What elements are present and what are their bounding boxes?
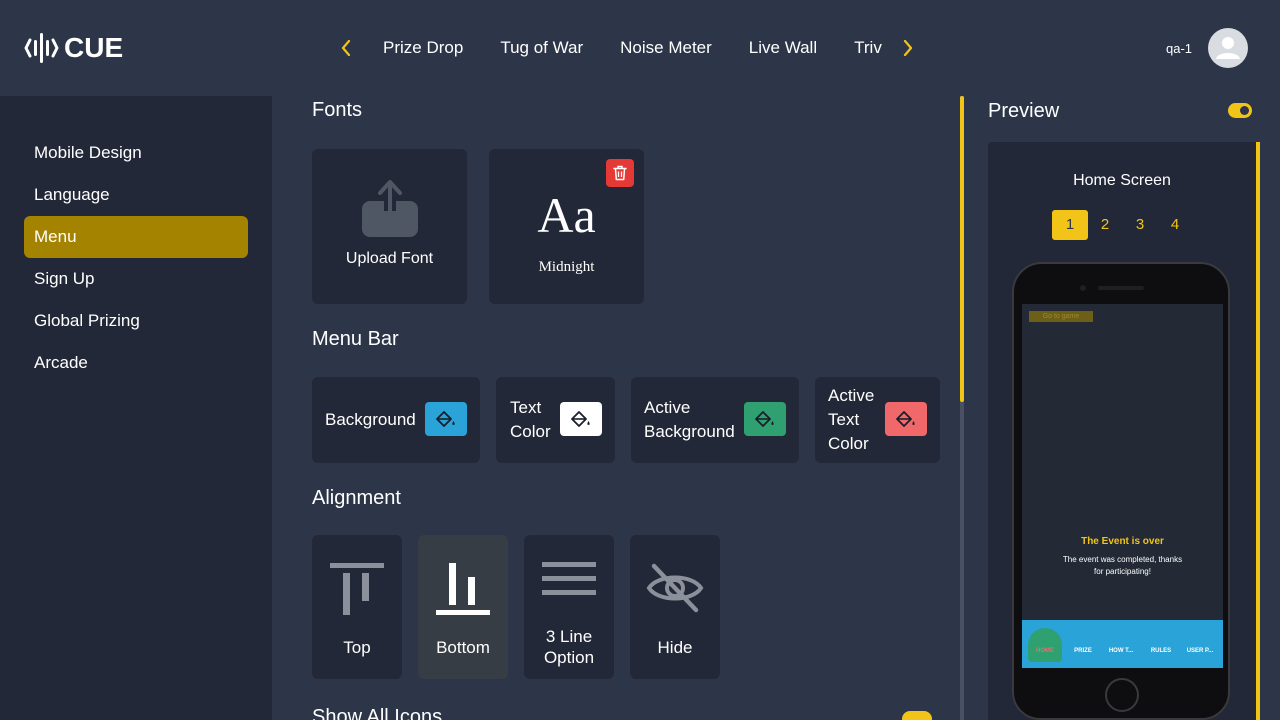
avatar[interactable]	[1208, 28, 1248, 68]
event-over-title: The Event is over	[1081, 536, 1164, 547]
paint-bucket-icon	[571, 411, 590, 427]
menu-bar-text-color-card: Text Color	[496, 377, 615, 463]
chevron-right-icon	[903, 40, 913, 56]
text-color-swatch[interactable]	[560, 402, 602, 436]
tabs-prev-button[interactable]	[334, 36, 358, 60]
phone-screen	[1022, 304, 1223, 668]
background-color-swatch[interactable]	[425, 402, 467, 436]
phone-speaker	[1098, 286, 1144, 290]
game-tabs: Prize Drop Tug of War Noise Meter Live Wall…	[383, 36, 883, 62]
eye-off-icon	[646, 563, 704, 613]
align-bottom-icon	[436, 563, 490, 615]
alignment-top-label: Top	[343, 638, 371, 657]
alignment-option-3-line[interactable]: 3 Line Option	[524, 535, 614, 679]
sidebar-item-language[interactable]: Language	[24, 174, 248, 216]
delete-font-button[interactable]	[606, 159, 634, 187]
sidebar-item-arcade[interactable]: Arcade	[24, 342, 248, 384]
paint-bucket-icon	[436, 411, 455, 427]
trash-icon	[613, 165, 627, 181]
preview-scrollbar[interactable]	[1256, 142, 1260, 720]
tab-live-wall[interactable]: Live Wall	[749, 36, 817, 60]
user-icon	[1216, 37, 1240, 59]
paint-bucket-icon	[896, 411, 915, 427]
phone-nav-active-bg	[1028, 628, 1062, 662]
hamburger-menu-icon	[542, 562, 596, 595]
brand-name: CUE	[64, 32, 124, 63]
menu-bar-background-label: Background	[325, 410, 416, 429]
go-to-game-button[interactable]: Go to game	[1029, 311, 1093, 322]
event-over-message: The event was completed, thanks for part…	[1062, 555, 1183, 576]
menu-bar-active-background-label: Active Background	[644, 398, 735, 441]
content-scrollbar-thumb[interactable]	[960, 96, 964, 402]
alignment-hide-label: Hide	[657, 638, 693, 657]
preview-screen-title: Home Screen	[1073, 172, 1171, 189]
tabs-next-button[interactable]	[896, 36, 920, 60]
preview-page-1[interactable]: 1	[1052, 210, 1088, 240]
phone-nav-rules[interactable]: RULES	[1141, 648, 1181, 654]
alignment-option-bottom[interactable]: Bottom	[418, 535, 508, 679]
alignment-option-top[interactable]: Top	[312, 535, 402, 679]
phone-camera	[1080, 285, 1086, 291]
alignment-section-title: Alignment	[312, 487, 401, 509]
phone-home-button	[1105, 678, 1139, 712]
tab-trivia[interactable]: Trivia	[854, 36, 883, 60]
paint-bucket-icon	[755, 411, 774, 427]
show-all-icons-toggle[interactable]	[902, 711, 932, 720]
alignment-3-line-label: 3 Line Option	[543, 627, 595, 667]
alignment-option-hide[interactable]: Hide	[630, 535, 720, 679]
font-name: Midnight	[538, 259, 595, 275]
sound-wave-icon	[24, 33, 59, 63]
preview-toggle[interactable]	[1228, 103, 1252, 118]
menu-bar-active-text-color-card: Active Text Color	[815, 377, 940, 463]
menu-bar-active-text-color-label: Active Text Color	[828, 386, 875, 453]
sidebar-item-mobile-design[interactable]: Mobile Design	[24, 132, 248, 174]
user-name: qa-1	[1166, 41, 1193, 56]
tab-prize-drop[interactable]: Prize Drop	[383, 36, 463, 60]
preview-page-2[interactable]: 2	[1087, 210, 1123, 240]
font-sample-glyph: Aa	[537, 187, 596, 243]
top-header: CUE Prize Drop Tug of War Noise Meter Live …	[0, 0, 1280, 96]
tab-tug-of-war[interactable]: Tug of War	[500, 36, 583, 60]
align-top-icon	[330, 563, 384, 615]
preview-page-3[interactable]: 3	[1122, 210, 1158, 240]
menu-bar-text-color-label: Text Color	[510, 398, 551, 441]
phone-nav-prize[interactable]: PRIZE	[1063, 648, 1103, 654]
preview-title: Preview	[988, 100, 1060, 122]
phone-nav-how-to[interactable]: HOW T...	[1101, 648, 1141, 654]
active-text-color-swatch[interactable]	[885, 402, 927, 436]
sidebar-item-menu[interactable]: Menu	[24, 216, 248, 258]
fonts-section-title: Fonts	[312, 99, 363, 121]
alignment-bottom-label: Bottom	[436, 638, 490, 657]
menu-bar-section-title: Menu Bar	[312, 328, 399, 350]
upload-icon	[362, 180, 418, 237]
menu-bar-background-card: Background	[312, 377, 480, 463]
show-all-icons-title: Show All Icons	[312, 706, 443, 720]
preview-page-4[interactable]: 4	[1157, 210, 1193, 240]
upload-font-label: Upload Font	[345, 250, 434, 267]
upload-font-card[interactable]: Upload Font	[312, 149, 467, 304]
chevron-left-icon	[341, 40, 351, 56]
tab-noise-meter[interactable]: Noise Meter	[620, 36, 712, 60]
active-background-color-swatch[interactable]	[744, 402, 786, 436]
menu-bar-active-background-card: Active Background	[631, 377, 799, 463]
cue-logo[interactable]: CUE	[24, 30, 123, 66]
phone-nav-home[interactable]: HOME	[1025, 648, 1065, 654]
sidebar-item-sign-up[interactable]: Sign Up	[24, 258, 248, 300]
sidebar-item-global-prizing[interactable]: Global Prizing	[24, 300, 248, 342]
phone-nav-user-profile[interactable]: USER P...	[1180, 648, 1220, 654]
